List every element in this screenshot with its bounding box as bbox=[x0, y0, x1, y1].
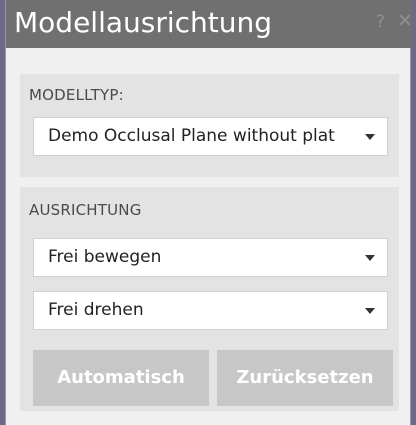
model-type-label: MODELLTYP: bbox=[29, 86, 124, 104]
model-type-value: Demo Occlusal Plane without plat bbox=[48, 126, 335, 146]
model-type-section: MODELLTYP: Demo Occlusal Plane without p… bbox=[20, 74, 399, 177]
move-mode-dropdown[interactable]: Frei bewegen bbox=[33, 238, 388, 277]
move-mode-value: Frei bewegen bbox=[48, 247, 162, 267]
window-title: Modellausrichtung bbox=[14, 6, 273, 39]
close-icon[interactable]: ✕ bbox=[397, 10, 413, 32]
rotate-mode-dropdown[interactable]: Frei drehen bbox=[33, 291, 388, 330]
model-alignment-window: Modellausrichtung ? ✕ MODELLTYP: Demo Oc… bbox=[5, 0, 413, 425]
chevron-down-icon bbox=[365, 134, 375, 140]
chevron-down-icon bbox=[365, 308, 375, 314]
rotate-mode-value: Frei drehen bbox=[48, 300, 144, 320]
reset-button[interactable]: Zurücksetzen bbox=[217, 350, 393, 406]
alignment-section: AUSRICHTUNG Frei bewegen Frei drehen Aut… bbox=[20, 187, 399, 411]
model-type-dropdown[interactable]: Demo Occlusal Plane without plat bbox=[33, 117, 388, 156]
help-icon[interactable]: ? bbox=[376, 12, 385, 32]
title-bar[interactable]: Modellausrichtung ? ✕ bbox=[6, 0, 413, 48]
chevron-down-icon bbox=[365, 255, 375, 261]
alignment-label: AUSRICHTUNG bbox=[29, 201, 142, 219]
automatic-button[interactable]: Automatisch bbox=[33, 350, 209, 406]
